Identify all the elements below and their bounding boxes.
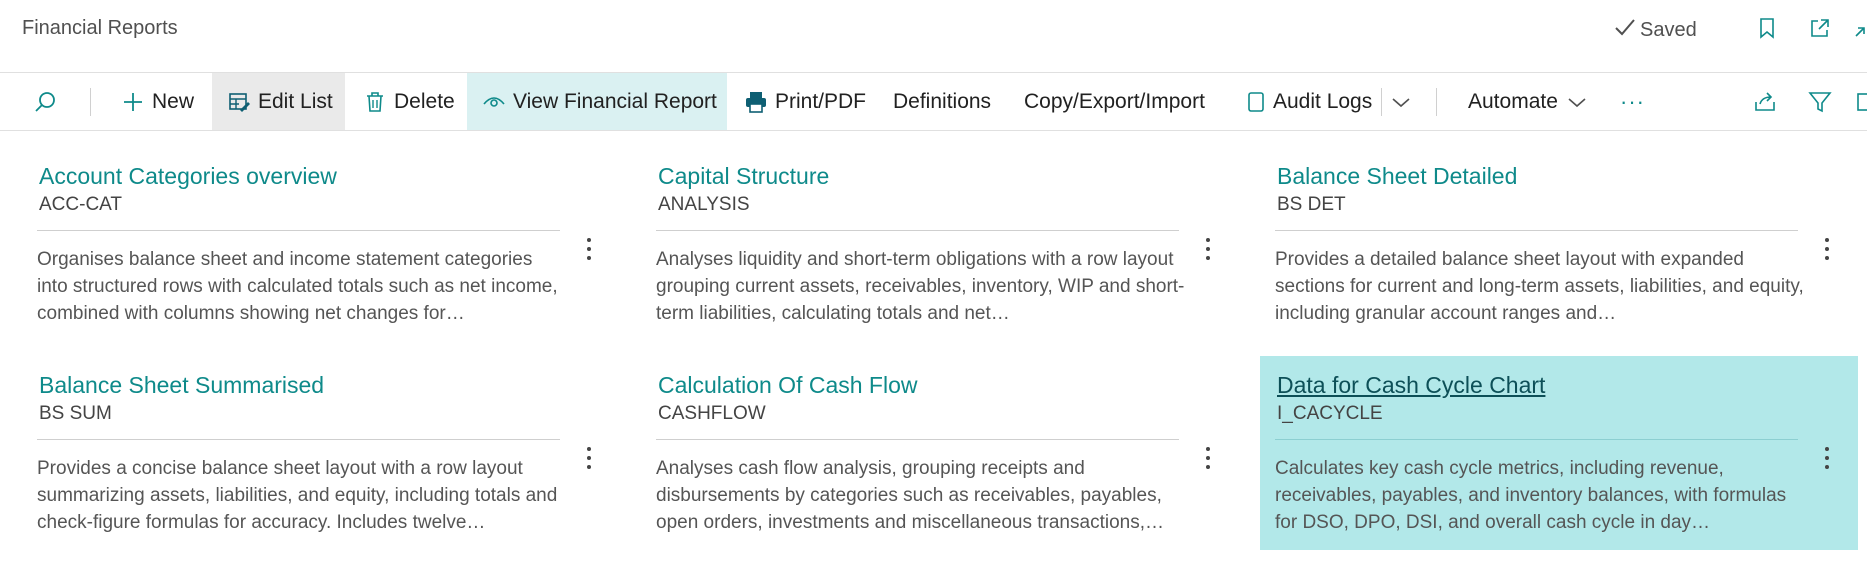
vertical-ellipsis-icon (1206, 447, 1210, 469)
card-menu-button[interactable] (577, 234, 601, 264)
bookmark-icon[interactable] (1753, 14, 1781, 42)
divider (37, 439, 560, 440)
report-code: BS DET (1277, 194, 1346, 215)
new-button[interactable]: New (120, 73, 206, 130)
report-code: CASHFLOW (658, 403, 766, 424)
report-card[interactable]: Balance Sheet Detailed BS DET Provides a… (1260, 132, 1858, 342)
delete-button[interactable]: Delete (362, 73, 455, 130)
card-menu-button[interactable] (1815, 443, 1839, 473)
vertical-ellipsis-icon (1825, 238, 1829, 260)
chevron-down-icon (1564, 89, 1590, 115)
report-card[interactable]: Calculation Of Cash Flow CASHFLOW Analys… (641, 341, 1239, 551)
report-description: Provides a detailed balance sheet layout… (1275, 249, 1804, 324)
report-title-link[interactable]: Calculation Of Cash Flow (658, 372, 918, 399)
chevron-down-icon (1389, 89, 1413, 115)
edit-list-icon (226, 89, 252, 115)
report-card-selected[interactable]: Data for Cash Cycle Chart I_CACYCLE Calc… (1260, 356, 1858, 550)
vertical-ellipsis-icon (587, 447, 591, 469)
report-card[interactable]: Account Categories overview ACC-CAT Orga… (22, 132, 620, 342)
separator (1381, 88, 1382, 116)
report-title-link[interactable]: Data for Cash Cycle Chart (1277, 372, 1545, 399)
checkmark-icon (1614, 17, 1636, 43)
report-description: Analyses cash flow analysis, grouping re… (656, 458, 1164, 533)
automate-button[interactable]: Automate (1468, 73, 1596, 130)
divider (656, 439, 1179, 440)
report-card[interactable]: Capital Structure ANALYSIS Analyses liqu… (641, 132, 1239, 342)
filter-button[interactable] (1808, 73, 1836, 130)
more-options-button[interactable]: ··· (1620, 73, 1645, 130)
more-actions-dropdown[interactable] (1389, 73, 1413, 130)
printer-icon (743, 89, 769, 115)
saved-label: Saved (1640, 18, 1697, 41)
report-code: I_CACYCLE (1277, 403, 1383, 424)
vertical-ellipsis-icon (1206, 238, 1210, 260)
saved-status: Saved (1614, 17, 1697, 43)
card-menu-button[interactable] (1196, 234, 1220, 264)
view-financial-report-button[interactable]: View Financial Report (467, 73, 727, 130)
report-code: ACC-CAT (39, 194, 123, 215)
share-icon (1753, 89, 1777, 115)
report-code: ANALYSIS (658, 194, 750, 215)
vertical-ellipsis-icon (1825, 447, 1829, 469)
print-pdf-button[interactable]: Print/PDF (743, 73, 866, 130)
list-view-button[interactable] (1855, 73, 1867, 130)
copy-export-import-button[interactable]: Copy/Export/Import (1024, 73, 1205, 130)
filter-icon (1808, 89, 1832, 115)
definitions-button[interactable]: Definitions (893, 73, 991, 130)
divider (37, 230, 560, 231)
report-title-link[interactable]: Capital Structure (658, 163, 829, 190)
search-button[interactable] (32, 73, 68, 130)
divider (1275, 230, 1798, 231)
divider (1275, 439, 1798, 440)
report-title-link[interactable]: Balance Sheet Detailed (1277, 163, 1517, 190)
card-menu-button[interactable] (577, 443, 601, 473)
page-title: Financial Reports (22, 17, 178, 39)
open-new-window-icon[interactable] (1806, 14, 1834, 42)
list-view-icon (1855, 89, 1867, 115)
report-title-link[interactable]: Account Categories overview (39, 163, 337, 190)
collapse-icon[interactable] (1850, 14, 1867, 42)
eye-icon (481, 89, 507, 115)
divider (656, 230, 1179, 231)
audit-log-icon (1243, 89, 1269, 115)
report-description: Calculates key cash cycle metrics, inclu… (1275, 458, 1787, 533)
action-bar: New Edit List Delete View Financial Repo… (0, 72, 1867, 131)
edit-list-button[interactable]: Edit List (212, 73, 345, 130)
separator (1436, 88, 1437, 116)
search-icon (32, 89, 58, 115)
audit-logs-button[interactable]: Audit Logs (1243, 73, 1372, 130)
report-description: Organises balance sheet and income state… (37, 249, 558, 324)
report-code: BS SUM (39, 403, 112, 424)
trash-icon (362, 89, 388, 115)
title-bar: Financial Reports Saved (0, 0, 1867, 52)
separator (90, 88, 91, 116)
report-description: Provides a concise balance sheet layout … (37, 458, 558, 533)
card-menu-button[interactable] (1815, 234, 1839, 264)
vertical-ellipsis-icon (587, 238, 591, 260)
report-description: Analyses liquidity and short-term obliga… (656, 249, 1185, 324)
report-title-link[interactable]: Balance Sheet Summarised (39, 372, 324, 399)
card-menu-button[interactable] (1196, 443, 1220, 473)
plus-icon (120, 89, 146, 115)
share-button[interactable] (1753, 73, 1781, 130)
report-card[interactable]: Balance Sheet Summarised BS SUM Provides… (22, 341, 620, 551)
